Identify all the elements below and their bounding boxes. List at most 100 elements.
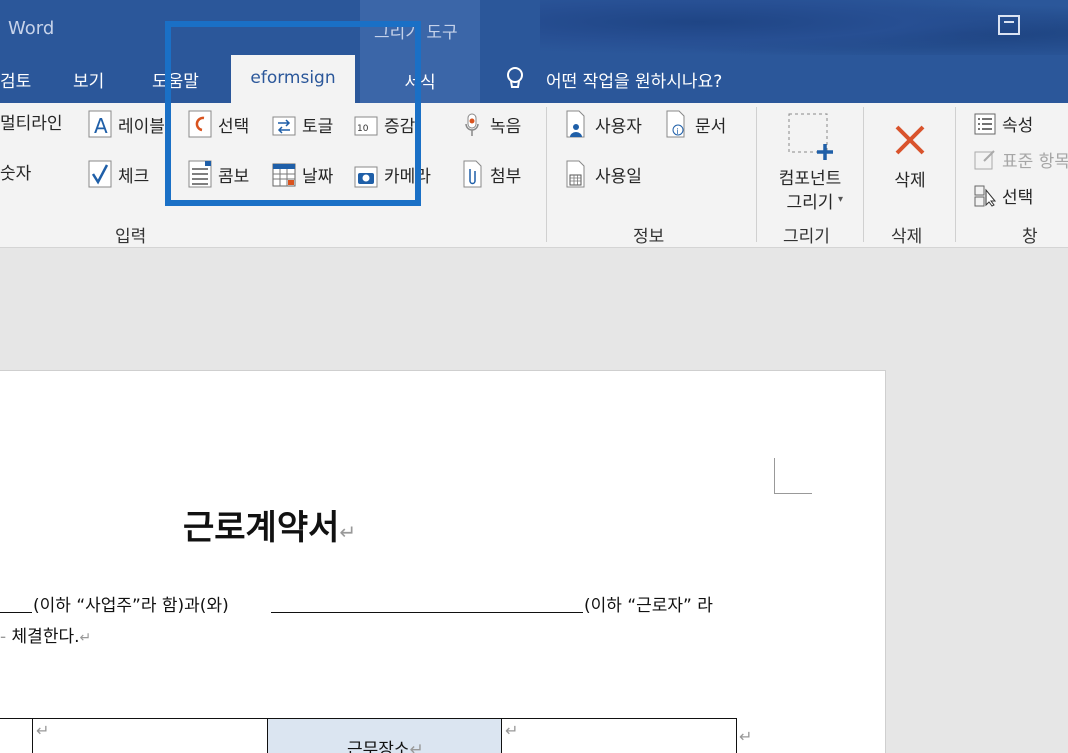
properties-button[interactable]: 속성 bbox=[974, 111, 1033, 136]
paragraph-mark-icon: ↵ bbox=[339, 520, 357, 544]
checkbox-icon bbox=[88, 160, 112, 188]
document-title-text: 근로계약서 bbox=[183, 508, 340, 548]
workplace-label: 근무장소↵ bbox=[347, 735, 424, 753]
paragraph-mark-icon: ↵ bbox=[79, 630, 92, 646]
user-info-label: 사용자 bbox=[595, 116, 642, 137]
camera-label: 카메라 bbox=[384, 166, 431, 187]
select-button[interactable]: 선택 bbox=[188, 109, 249, 139]
record-button[interactable]: 녹음 bbox=[460, 109, 521, 139]
delete-group-label: 삭제 bbox=[891, 227, 923, 247]
table-cell[interactable] bbox=[502, 719, 737, 753]
ribbon-tab-bar: 검토 보기 도움말 eformsign 서식 어떤 작업을 원하시나요? bbox=[0, 55, 1068, 103]
standard-items-label: 표준 항목 bbox=[1002, 152, 1068, 172]
user-document-icon bbox=[566, 110, 585, 138]
ribbon: 멀티라인 A 레이블 숫자 체크 선택 토글 10 증감 콤보 날짜 카메라 녹… bbox=[0, 103, 1068, 248]
document-info-label: 문서 bbox=[695, 116, 727, 137]
contract-table[interactable]: ↵ 근무장소↵ ↵ ↵ bbox=[0, 718, 752, 753]
standard-items-icon bbox=[974, 149, 995, 169]
titlebar-blurred-area bbox=[540, 0, 1068, 55]
chevron-down-icon[interactable]: ▾ bbox=[838, 194, 843, 205]
camera-icon bbox=[354, 166, 378, 188]
tell-me-search[interactable]: 어떤 작업을 원하시나요? bbox=[546, 67, 722, 92]
toggle-button[interactable]: 토글 bbox=[272, 109, 333, 139]
microphone-icon bbox=[465, 113, 479, 136]
group-separator bbox=[756, 107, 757, 242]
blank-line bbox=[0, 612, 32, 613]
toggle-label: 토글 bbox=[302, 116, 334, 137]
check-button[interactable]: 체크 bbox=[88, 159, 149, 189]
lightbulb-icon bbox=[507, 67, 523, 88]
contract-line2: - 체결한다.↵ bbox=[0, 627, 92, 647]
app-name: Word bbox=[8, 18, 55, 39]
label-label: 레이블 bbox=[118, 116, 165, 137]
delete-x-icon[interactable] bbox=[894, 125, 926, 155]
multiline-button[interactable]: 멀티라인 bbox=[0, 109, 63, 134]
date-button[interactable]: 날짜 bbox=[272, 159, 333, 189]
select-cursor-icon bbox=[974, 185, 996, 207]
calendar-icon bbox=[272, 163, 296, 187]
combo-list-icon bbox=[188, 160, 212, 188]
contract-line2-text: 체결한다. bbox=[11, 627, 80, 647]
info-group-label: 정보 bbox=[633, 227, 665, 247]
table-cell[interactable] bbox=[0, 719, 33, 753]
context-tools-header: 그리기 도구 bbox=[360, 0, 480, 55]
draw-component-icon[interactable] bbox=[787, 112, 835, 162]
svg-text:10: 10 bbox=[357, 124, 369, 134]
radio-select-icon bbox=[188, 110, 212, 138]
document-info-icon: i bbox=[666, 110, 685, 138]
toggle-icon bbox=[272, 116, 296, 136]
attach-button[interactable]: 첨부 bbox=[460, 159, 521, 189]
use-date-label: 사용일 bbox=[595, 166, 642, 187]
select-pane-label: 선택 bbox=[1002, 188, 1034, 208]
group-separator bbox=[955, 107, 956, 242]
input-group-label: 입력 bbox=[115, 227, 147, 247]
document-info-button[interactable]: i 문서 bbox=[665, 109, 726, 139]
row-mark-icon: ↵ bbox=[739, 727, 753, 746]
group-separator bbox=[863, 107, 864, 242]
tab-review[interactable]: 검토 bbox=[0, 67, 31, 92]
standard-items-button[interactable]: 표준 항목 bbox=[974, 147, 1068, 172]
number-label: 숫자 bbox=[0, 164, 32, 184]
tab-view[interactable]: 보기 bbox=[73, 67, 104, 92]
document-page[interactable] bbox=[0, 370, 886, 753]
table-cell[interactable] bbox=[33, 719, 268, 753]
document-title[interactable]: 근로계약서↵ bbox=[183, 500, 356, 549]
delete-button[interactable]: 삭제 bbox=[880, 166, 940, 191]
ribbon-display-options-icon[interactable] bbox=[998, 15, 1020, 35]
stamp-button[interactable]: 10 증감 bbox=[354, 109, 415, 139]
window-group-label: 창 bbox=[1022, 227, 1038, 247]
title-bar: Word 그리기 도구 bbox=[0, 0, 1068, 55]
select-pane-button[interactable]: 선택 bbox=[974, 183, 1033, 208]
multiline-label: 멀티라인 bbox=[0, 114, 63, 134]
properties-list-icon bbox=[974, 113, 996, 134]
contract-line1-a: (이하 “사업주”라 함)과(와) bbox=[33, 596, 229, 616]
tab-format[interactable]: 서식 bbox=[360, 55, 480, 103]
number-stepper-icon: 10 bbox=[354, 116, 378, 136]
tab-help[interactable]: 도움말 bbox=[152, 67, 199, 92]
check-label: 체크 bbox=[118, 166, 150, 187]
group-separator bbox=[546, 107, 547, 242]
combo-button[interactable]: 콤보 bbox=[188, 159, 249, 189]
date-label: 날짜 bbox=[302, 166, 334, 187]
use-date-button[interactable]: 사용일 bbox=[565, 159, 642, 189]
page-corner-mark bbox=[774, 458, 812, 494]
label-a-icon: A bbox=[88, 110, 112, 138]
record-label: 녹음 bbox=[490, 116, 522, 137]
user-info-button[interactable]: 사용자 bbox=[565, 109, 642, 139]
properties-label: 속성 bbox=[1002, 116, 1034, 136]
number-button[interactable]: 숫자 bbox=[0, 159, 31, 184]
stamp-label: 증감 bbox=[384, 116, 416, 137]
context-title: 그리기 도구 bbox=[374, 23, 458, 43]
svg-text:A: A bbox=[94, 114, 108, 138]
workplace-text: 근무장소 bbox=[347, 740, 410, 753]
draw-group-label: 그리기 bbox=[783, 227, 830, 247]
contract-line1-b: (이하 “근로자” 라 bbox=[584, 596, 713, 616]
draw-component-button[interactable]: 컴포넌트 그리기 bbox=[764, 167, 856, 215]
blank-line bbox=[271, 612, 583, 613]
combo-label: 콤보 bbox=[218, 166, 250, 187]
document-calendar-icon bbox=[566, 160, 585, 188]
label-button[interactable]: A 레이블 bbox=[88, 109, 165, 139]
tab-eformsign[interactable]: eformsign bbox=[231, 55, 355, 103]
attachment-icon bbox=[463, 160, 482, 188]
camera-button[interactable]: 카메라 bbox=[354, 159, 431, 189]
